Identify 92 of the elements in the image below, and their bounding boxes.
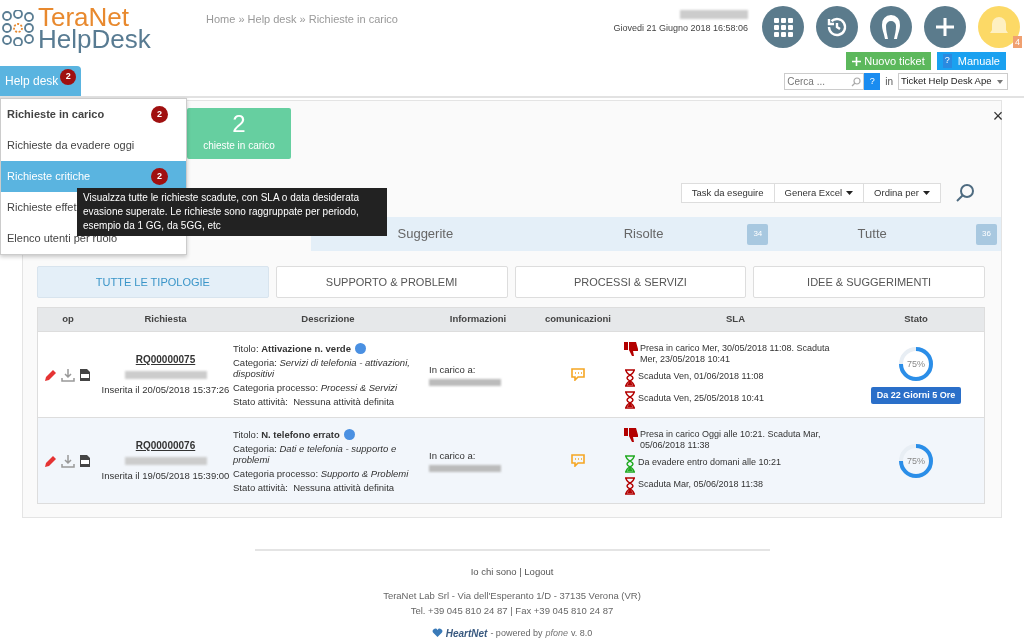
redacted-text — [680, 10, 748, 19]
tooltip: Visualzza tutte le richieste scadute, con SLA o data desiderata evasione superate. Le richieste sono raggruppate per periodo, esempio da 1 GG, da 5GG, etc — [77, 188, 387, 236]
menu-item[interactable]: Richieste da evadere oggi — [1, 130, 186, 161]
date-time: Giovedi 21 Giugno 2018 16:58:06 — [613, 22, 748, 35]
assigned-label: In carico a: — [429, 362, 477, 377]
sla-text: Presa in carico Mer, 30/05/2018 11:08. Scaduta Mer, 23/05/2018 10:41 — [640, 341, 831, 365]
footer-phone: Tel. +39 045 810 24 87 | Fax +39 045 810 24 87 — [410, 603, 614, 618]
count-badge: 34 — [747, 223, 769, 245]
filter-button[interactable]: SUPPORTO & PROBLEMI — [275, 266, 508, 298]
document-icon[interactable] — [78, 367, 92, 382]
column-header: SLA — [725, 312, 746, 327]
add-button[interactable] — [924, 6, 966, 48]
column-header: Informazioni — [448, 312, 508, 327]
powered-text: - powered by — [490, 626, 543, 640]
sla-text: Scaduta Ven, 01/06/2018 11:08 — [638, 369, 764, 382]
sla-text: Da evadere entro domani alle 10:21 — [638, 455, 782, 468]
document-icon[interactable] — [78, 453, 92, 468]
pencil-icon[interactable] — [44, 367, 58, 382]
toolbar-button[interactable]: Task da eseguire — [681, 184, 774, 202]
column-header: Descrizione — [300, 312, 356, 327]
count-badge: 2 — [151, 106, 168, 123]
redacted-text — [429, 379, 501, 387]
redacted-text — [429, 465, 501, 473]
filter-button[interactable]: IDEE & SUGGERIMENTI — [753, 266, 985, 298]
column-header: op — [61, 312, 75, 327]
count-badge: 36 — [976, 223, 997, 245]
filter-button[interactable]: PROCESSI & SERVIZI — [514, 266, 747, 298]
count-badge: 2 — [60, 69, 77, 85]
category-text: Categoria: Dati e telefonia - supporto e problemi — [233, 442, 398, 465]
in-label: in — [885, 75, 893, 89]
notification-count: 4 — [1013, 36, 1022, 48]
inserted-date: Inserita il 19/05/2018 15:39:00 — [101, 468, 230, 483]
toolbar-button[interactable]: Genera Excel — [773, 184, 864, 202]
state-text: Stato attività: Nessuna attività definita — [233, 395, 396, 407]
summary-label: chieste in carico — [203, 139, 275, 153]
logo-text: TeraNet — [38, 6, 130, 28]
search-icon — [851, 77, 862, 87]
info-icon[interactable] — [343, 428, 355, 440]
history-icon — [825, 15, 849, 39]
progress-ring — [897, 344, 935, 383]
grid-icon — [773, 17, 793, 37]
apps-grid-button[interactable] — [762, 6, 804, 48]
scope-dropdown[interactable]: Ticket Help Desk Ape — [898, 73, 1008, 90]
sla-text: Scaduta Mar, 05/06/2018 11:38 — [638, 477, 763, 490]
help-desk-tab[interactable]: Help desk 2 — [0, 66, 81, 96]
pencil-icon[interactable] — [44, 453, 58, 468]
menu-item[interactable]: Richieste critiche 2 — [1, 161, 186, 192]
info-icon[interactable] — [354, 342, 366, 354]
status-tab[interactable]: Risolte 34 — [539, 217, 769, 251]
process-text: Categoria processo: Processi & Servizi — [233, 381, 399, 393]
request-link[interactable]: RQ00000076 — [135, 437, 196, 453]
assigned-label: In carico a: — [429, 448, 477, 463]
logo-icon — [2, 10, 36, 46]
plus-icon — [934, 16, 956, 38]
percent-label: 75% — [907, 358, 925, 369]
inserted-date: Inserita il 20/05/2018 15:37:26 — [101, 382, 230, 397]
summary-count: 2 — [232, 110, 246, 138]
category-text: Categoria: Servizi di telefonia - attivazioni, dispositivi — [233, 356, 411, 379]
help-icon: ? — [942, 54, 952, 68]
state-text: Stato attività: Nessuna attività definita — [233, 481, 396, 493]
menu-item[interactable]: Richieste in carico 2 — [1, 99, 186, 130]
version-text: v. 8.0 — [570, 626, 593, 640]
column-header: Stato — [903, 312, 929, 327]
search-field[interactable]: Cerca ... — [784, 73, 865, 90]
heart-icon — [431, 628, 443, 639]
sla-text: Scaduta Ven, 25/05/2018 10:41 — [638, 391, 765, 404]
footer-links[interactable]: Io chi sono | Logout — [470, 565, 554, 580]
progress-ring — [897, 441, 935, 480]
percent-label: 75% — [907, 455, 925, 466]
caret-icon — [997, 79, 1003, 84]
column-header: Richiesta — [143, 312, 188, 327]
footer-address: TeraNet Lab Srl - Via dell'Esperanto 1/D - 37135 Verona (VR) — [383, 589, 641, 604]
count-badge: 2 — [151, 168, 168, 185]
plus-icon — [852, 56, 862, 66]
title-text: Titolo: N. telefono errato — [233, 428, 340, 440]
brand-name: pfone — [545, 626, 568, 640]
sla-text: Presa in carico Oggi alle 10:21. Scaduta Mar, 05/06/2018 11:38 — [640, 427, 822, 451]
search-icon[interactable] — [955, 183, 975, 203]
column-header: comunicazioni — [544, 312, 612, 327]
toolbar-button[interactable]: Ordina per — [863, 184, 940, 202]
brand-name: HeartNet — [445, 626, 488, 640]
manual-button[interactable]: ? Manuale — [936, 52, 1006, 70]
process-text: Categoria processo: Supporto & Problemi — [233, 467, 410, 479]
history-button[interactable] — [816, 6, 858, 48]
user-button[interactable] — [870, 6, 912, 48]
close-button[interactable]: × — [991, 107, 1005, 125]
age-badge: Da 22 Giorni 5 Ore — [870, 386, 962, 405]
tab-label: Help desk — [5, 73, 59, 90]
title-text: Titolo: Attivazione n. verde — [233, 342, 351, 354]
status-tab[interactable]: Tutte 36 — [768, 217, 997, 251]
request-link[interactable]: RQ00000075 — [135, 351, 196, 367]
breadcrumb: Home » Help desk » Richieste in carico — [206, 12, 398, 27]
